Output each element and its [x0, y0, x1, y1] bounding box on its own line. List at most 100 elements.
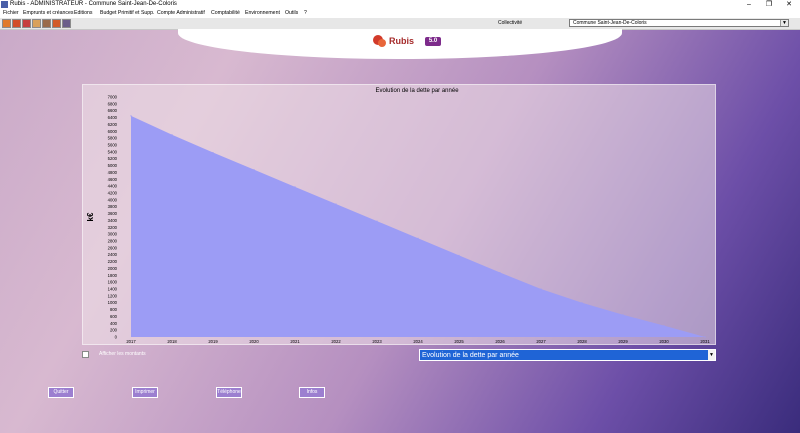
- y-tick-label: 5200: [108, 156, 118, 161]
- y-tick-label: 5800: [108, 136, 118, 141]
- y-tick-label: 1400: [108, 287, 118, 292]
- menu-editions[interactable]: Editions: [74, 9, 92, 18]
- data-point-2031: [704, 336, 706, 338]
- debt-chart: Evolution de la dette par année k€ 0 200 400…: [82, 84, 716, 345]
- accounts-icon[interactable]: [42, 19, 51, 28]
- data-point-2023: [376, 220, 378, 222]
- data-point-2025: [458, 254, 460, 256]
- menu-outils[interactable]: Outils: [285, 9, 298, 18]
- print-button[interactable]: Imprimer: [132, 387, 158, 398]
- y-tick-label: 1600: [108, 280, 118, 285]
- show-values-checkbox[interactable]: [82, 351, 89, 358]
- x-tick-label: 2029: [618, 339, 628, 344]
- x-tick-label: 2030: [659, 339, 669, 344]
- title-bar: Rubis - ADMINISTRATEUR - Commune Saint-J…: [0, 0, 800, 9]
- folder-icon[interactable]: [2, 19, 11, 28]
- y-tick-label: 3600: [108, 211, 118, 216]
- y-tick-label: 4800: [108, 170, 118, 175]
- collectivite-label: Collectivité: [498, 20, 523, 26]
- y-tick-label: 6200: [108, 122, 118, 127]
- info-button[interactable]: Infos: [299, 387, 325, 398]
- menu-environnement[interactable]: Environnement: [245, 9, 280, 18]
- menu-comptabilite[interactable]: Comptabilité: [211, 9, 240, 18]
- y-tick-label: 0: [115, 335, 118, 340]
- y-tick-label: 4200: [108, 191, 118, 196]
- menu-budget[interactable]: Budget Primitif et Supp.: [100, 9, 155, 18]
- budget-icon[interactable]: [32, 19, 41, 28]
- menu-help[interactable]: ?: [304, 9, 307, 18]
- debt-area-series: [131, 115, 705, 337]
- report-icon[interactable]: [22, 19, 31, 28]
- x-tick-label: 2021: [290, 339, 300, 344]
- y-tick-label: 3000: [108, 232, 118, 237]
- data-point-2030: [663, 325, 665, 327]
- data-point-2026: [499, 271, 501, 274]
- y-tick-label: 2400: [108, 252, 118, 257]
- collectivite-select[interactable]: Commune Saint-Jean-De-Coloris ▼: [569, 19, 789, 27]
- y-tick-label: 6000: [108, 129, 118, 134]
- data-point-2018: [171, 134, 173, 136]
- quit-button[interactable]: Quitter: [48, 387, 74, 398]
- x-tick-label: 2022: [331, 339, 341, 344]
- y-tick-label: 3200: [108, 225, 118, 230]
- y-tick-label: 4000: [108, 197, 118, 202]
- y-tick-label: 200: [110, 328, 118, 333]
- collectivite-value: Commune Saint-Jean-De-Coloris: [573, 20, 647, 26]
- data-point-2020: [253, 169, 255, 171]
- y-tick-label: 1800: [108, 273, 118, 278]
- loan-icon[interactable]: [12, 19, 21, 28]
- show-values-label: Afficher les montants: [99, 351, 146, 357]
- y-tick-label: 5400: [108, 149, 118, 154]
- data-point-2021: [294, 186, 296, 188]
- y-tick-label: 400: [110, 321, 118, 326]
- menu-bar: Fichier Emprunts et créances Editions Bu…: [0, 9, 800, 18]
- y-tick-label: 2600: [108, 245, 118, 250]
- close-button[interactable]: ✕: [782, 0, 796, 9]
- rubis-logo-icon: [373, 35, 386, 47]
- x-tick-label: 2027: [536, 339, 546, 344]
- menu-emprunts[interactable]: Emprunts et créances: [23, 9, 73, 18]
- y-tick-label: 4400: [108, 184, 118, 189]
- settings-icon[interactable]: [52, 19, 61, 28]
- data-point-2028: [581, 302, 583, 304]
- x-tick-label: 2024: [413, 339, 423, 344]
- y-tick-label: 2200: [108, 259, 118, 264]
- x-tick-label: 2017: [126, 339, 136, 344]
- x-tick-label: 2025: [454, 339, 464, 344]
- save-icon[interactable]: [62, 19, 71, 28]
- y-tick-label: 1000: [108, 300, 118, 305]
- y-tick-label: 5000: [108, 163, 118, 168]
- x-tick-label: 2026: [495, 339, 505, 344]
- data-point-2029: [622, 314, 624, 316]
- minimize-button[interactable]: –: [742, 0, 756, 9]
- chevron-down-icon[interactable]: ▼: [708, 350, 715, 360]
- chart-svg: Evolution de la dette par année k€ 0 200 400…: [86, 88, 710, 344]
- y-tick-label: 4600: [108, 177, 118, 182]
- app-icon: [1, 1, 8, 8]
- menu-fichier[interactable]: Fichier: [3, 9, 19, 18]
- data-point-2024: [417, 237, 419, 239]
- version-badge: 5.0: [425, 37, 441, 46]
- y-axis-label: k€: [86, 212, 95, 221]
- x-tick-label: 2028: [577, 339, 587, 344]
- menu-compte-administratif[interactable]: Compte Administratif: [157, 9, 205, 18]
- brand-name: Rubis: [389, 36, 415, 46]
- phone-button[interactable]: Téléphone: [216, 387, 242, 398]
- data-point-2019: [212, 151, 214, 154]
- y-tick-label: 800: [110, 307, 118, 312]
- y-tick-label: 5600: [108, 143, 118, 148]
- x-tick-label: 2031: [700, 339, 710, 344]
- chart-type-select[interactable]: Evolution de la dette par année ▼: [419, 349, 716, 361]
- x-tick-label: 2019: [208, 339, 218, 344]
- y-tick-label: 1200: [108, 293, 118, 298]
- x-tick-label: 2023: [372, 339, 382, 344]
- chevron-down-icon[interactable]: ▼: [780, 20, 788, 26]
- data-point-2022: [335, 203, 337, 205]
- maximize-button[interactable]: ❐: [762, 0, 776, 9]
- y-tick-label: 2000: [108, 266, 118, 271]
- y-tick-label: 2800: [108, 239, 118, 244]
- y-tick-label: 3800: [108, 204, 118, 209]
- y-tick-label: 6400: [108, 115, 118, 120]
- y-tick-label: 6600: [108, 108, 118, 113]
- x-tick-label: 2020: [249, 339, 259, 344]
